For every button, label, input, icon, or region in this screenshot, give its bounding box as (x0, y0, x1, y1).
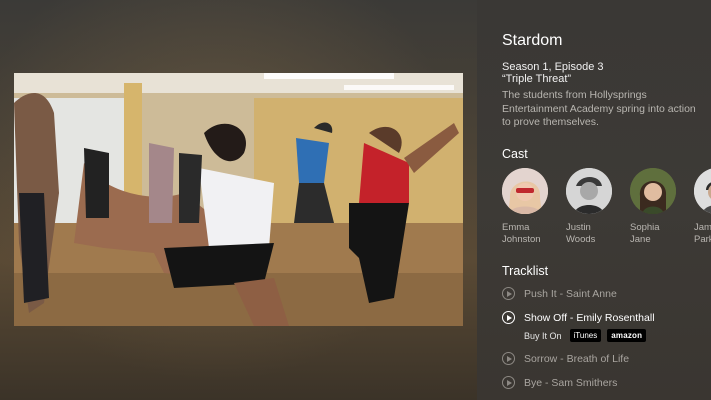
play-circle-icon[interactable] (502, 376, 515, 389)
avatar (566, 168, 612, 214)
track-label: Bye - Sam Smithers (524, 376, 618, 389)
episode-still-image[interactable] (14, 73, 463, 326)
episode-details-panel: Stardom Season 1, Episode 3 “Triple Thre… (477, 0, 711, 400)
cast-member-james-parker[interactable]: James Parker (694, 168, 711, 246)
person-photo-icon (502, 168, 548, 214)
person-photo-icon (630, 168, 676, 214)
cast-last-name: Woods (566, 234, 596, 245)
cast-last-name: Johnston (502, 234, 541, 245)
track-item[interactable]: Bye - Sam Smithers (502, 376, 617, 389)
cast-name: James Parker (694, 222, 711, 246)
track-item[interactable]: Sorrow - Breath of Life (502, 352, 629, 365)
cast-name: Justin Woods (566, 222, 595, 246)
buy-label: Buy It On (524, 330, 562, 341)
avatar (502, 168, 548, 214)
play-circle-icon[interactable] (502, 352, 515, 365)
dance-studio-photo (14, 73, 463, 326)
play-circle-icon[interactable] (502, 287, 515, 300)
amazon-store-button[interactable]: amazon (607, 329, 647, 342)
cast-first-name: Justin (566, 222, 591, 233)
cast-list: Emma Johnston Justin Woods Sophia Jane J… (502, 168, 711, 246)
cast-member-emma-johnston[interactable]: Emma Johnston (502, 168, 566, 246)
cast-first-name: James (694, 222, 711, 233)
avatar (694, 168, 711, 214)
track-item-active[interactable]: Show Off - Emily Rosenthall (502, 311, 655, 324)
track-label: Push It - Saint Anne (524, 287, 617, 300)
cast-last-name: Parker (694, 234, 711, 245)
play-circle-icon[interactable] (502, 311, 515, 324)
buy-options: Buy It On iTunes amazon (524, 329, 652, 342)
cast-name: Sophia Jane (630, 222, 660, 246)
itunes-store-button[interactable]: iTunes (569, 329, 602, 342)
cast-name: Emma Johnston (502, 222, 541, 246)
person-photo-icon (694, 168, 711, 214)
person-photo-icon (566, 168, 612, 214)
episode-title: “Triple Threat” (502, 73, 572, 85)
tracklist-heading: Tracklist (502, 264, 549, 278)
avatar (630, 168, 676, 214)
episode-description: The students from Hollysprings Entertain… (502, 89, 696, 128)
track-item[interactable]: Push It - Saint Anne (502, 287, 617, 300)
cast-member-sophia-jane[interactable]: Sophia Jane (630, 168, 694, 246)
show-title: Stardom (502, 32, 563, 49)
cast-heading: Cast (502, 147, 528, 161)
cast-member-justin-woods[interactable]: Justin Woods (566, 168, 630, 246)
track-label: Sorrow - Breath of Life (524, 352, 630, 365)
cast-first-name: Sophia (630, 222, 660, 233)
cast-first-name: Emma (502, 222, 530, 233)
track-label: Show Off - Emily Rosenthall (524, 311, 655, 324)
episode-number: Season 1, Episode 3 (502, 61, 604, 73)
cast-last-name: Jane (630, 234, 651, 245)
